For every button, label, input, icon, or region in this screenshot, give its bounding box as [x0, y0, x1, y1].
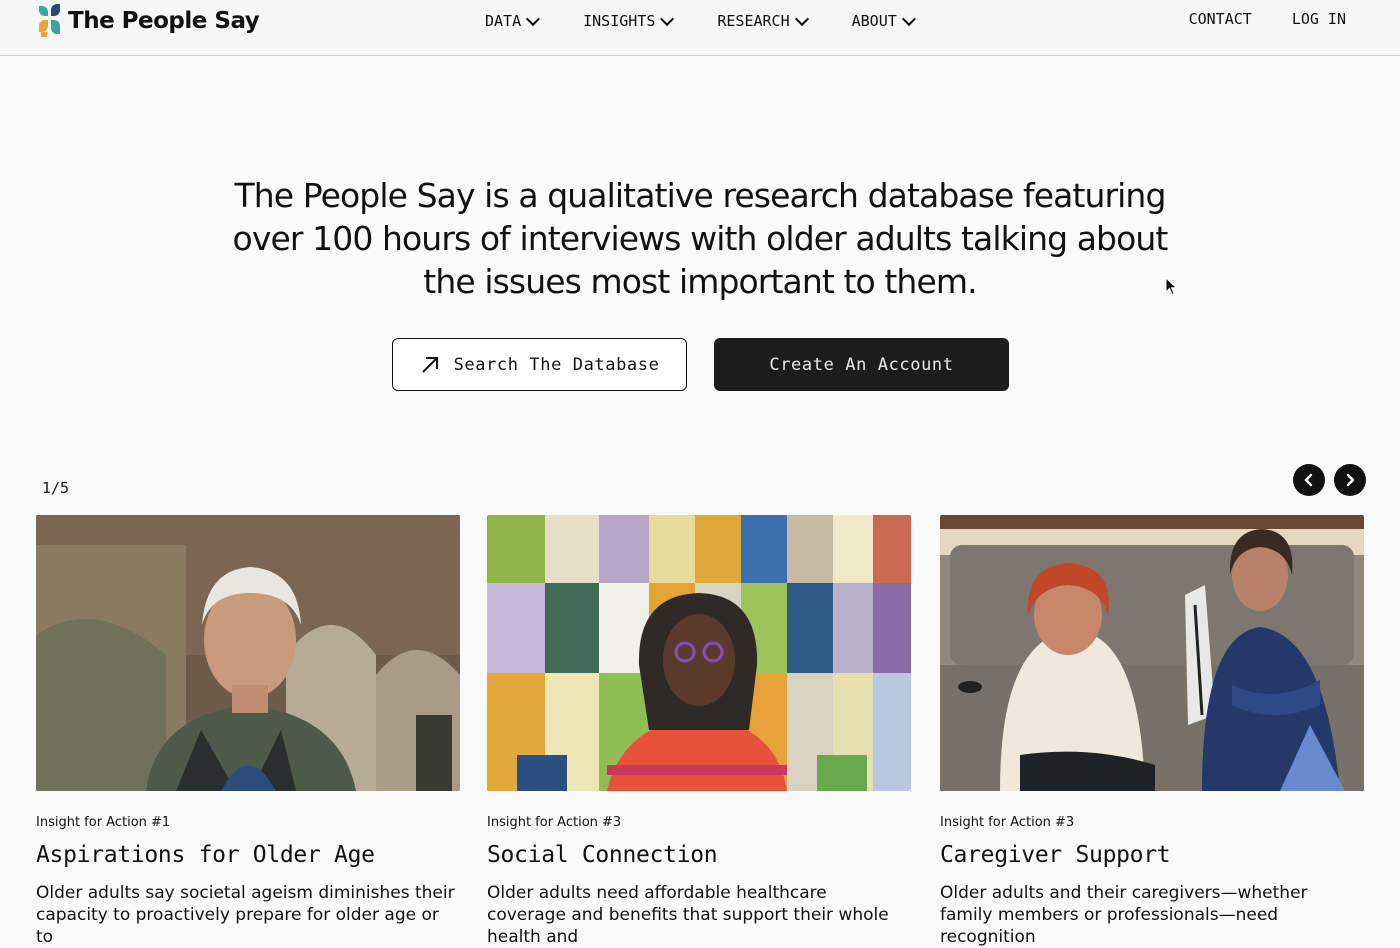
- carousel-next-button[interactable]: [1334, 464, 1366, 496]
- card-title[interactable]: Aspirations for Older Age: [36, 842, 375, 868]
- card-description: Older adults need affordable healthcare …: [487, 883, 889, 947]
- carousel-prev-button[interactable]: [1293, 464, 1325, 496]
- menu-data-label: DATA: [485, 12, 522, 30]
- chevron-down-icon: [526, 11, 541, 26]
- hero-headline: The People Say is a qualitative research…: [232, 176, 1169, 301]
- insight-card[interactable]: Insight for Action #1 Aspirations for Ol…: [36, 515, 460, 947]
- main-menu: DATA INSIGHTS RESEARCH ABOUT: [485, 10, 916, 32]
- card-description: Older adults and their caregivers—whethe…: [940, 883, 1308, 947]
- card-title[interactable]: Caregiver Support: [940, 842, 1171, 868]
- account-links: CONTACT LOG IN: [1189, 10, 1346, 28]
- menu-data[interactable]: DATA: [485, 10, 541, 32]
- contact-link[interactable]: CONTACT: [1189, 10, 1252, 28]
- chevron-down-icon: [660, 11, 675, 26]
- insight-card[interactable]: Insight for Action #3 Caregiver Support …: [940, 515, 1364, 947]
- carousel-counter: 1/5: [42, 479, 70, 497]
- arrow-up-right-icon: [421, 356, 438, 373]
- card-kicker: Insight for Action #3: [940, 815, 1075, 830]
- create-account-label: Create An Account: [769, 354, 954, 375]
- chevron-right-icon: [1346, 473, 1355, 487]
- card-title[interactable]: Social Connection: [487, 842, 718, 868]
- menu-research[interactable]: RESEARCH: [717, 10, 809, 32]
- chevron-down-icon: [794, 11, 809, 26]
- card-photo: [940, 515, 1364, 791]
- search-database-button[interactable]: Search The Database: [392, 338, 687, 391]
- brand-name: The People Say: [68, 7, 260, 34]
- card-kicker: Insight for Action #3: [487, 815, 622, 830]
- logo-mark-icon: [38, 4, 62, 37]
- card-kicker: Insight for Action #1: [36, 815, 171, 830]
- menu-insights-label: INSIGHTS: [583, 12, 656, 30]
- menu-about-label: ABOUT: [851, 12, 897, 30]
- login-link[interactable]: LOG IN: [1292, 10, 1346, 28]
- card-photo: [487, 515, 911, 791]
- menu-insights[interactable]: INSIGHTS: [583, 10, 675, 32]
- card-description: Older adults say societal ageism diminis…: [36, 883, 455, 947]
- brand-logo[interactable]: The People Say: [38, 4, 260, 37]
- chevron-down-icon: [901, 11, 916, 26]
- insight-card[interactable]: Insight for Action #3 Social Connection …: [487, 515, 911, 947]
- search-database-label: Search The Database: [453, 354, 660, 375]
- top-nav: The People Say DATA INSIGHTS RESEARCH AB…: [0, 0, 1400, 56]
- create-account-button[interactable]: Create An Account: [714, 338, 1009, 391]
- card-photo: [36, 515, 460, 791]
- mouse-pointer-icon: [1165, 277, 1178, 296]
- menu-about[interactable]: ABOUT: [851, 10, 916, 32]
- chevron-left-icon: [1304, 473, 1313, 487]
- menu-research-label: RESEARCH: [717, 12, 790, 30]
